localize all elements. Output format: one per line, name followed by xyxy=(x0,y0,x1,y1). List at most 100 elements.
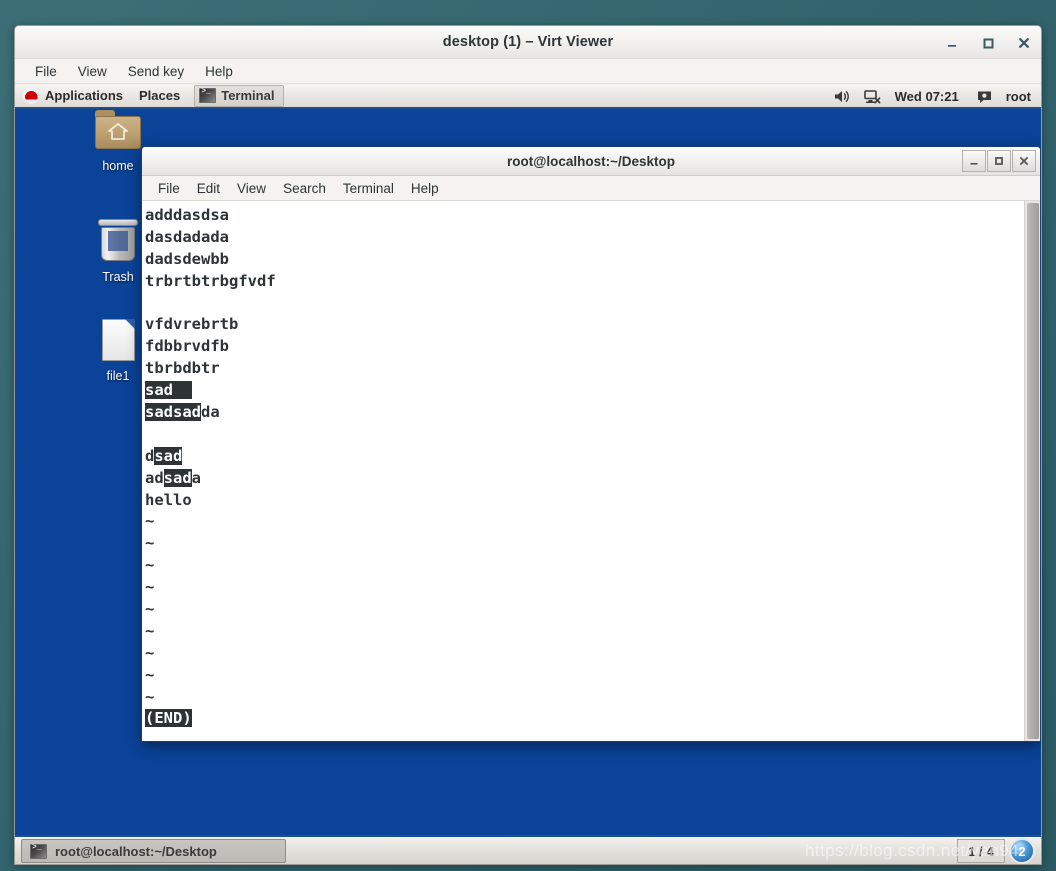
virt-viewer-titlebar[interactable]: desktop (1) – Virt Viewer xyxy=(15,26,1041,59)
terminal-line: sad xyxy=(145,380,1024,402)
terminal-text-span: tbrbdbtr xyxy=(145,359,220,378)
terminal-text-span: d xyxy=(145,446,155,465)
taskbar-item-terminal-label: root@localhost:~/Desktop xyxy=(55,843,217,859)
terminal-titlebar[interactable]: root@localhost:~/Desktop xyxy=(142,147,1040,176)
show-desktop-button[interactable]: 2 xyxy=(1009,838,1035,864)
menu-view[interactable]: View xyxy=(78,64,107,79)
menu-help[interactable]: Help xyxy=(205,64,233,79)
terminal-text-span: a xyxy=(191,468,202,487)
redhat-logo-icon xyxy=(23,87,39,104)
terminal-highlight-span: sad xyxy=(163,468,192,487)
terminal-title: root@localhost:~/Desktop xyxy=(506,154,676,169)
menu-file[interactable]: File xyxy=(35,64,57,79)
terminal-icon xyxy=(199,87,217,103)
terminal-text-span: ~ xyxy=(145,643,155,662)
terminal-window: root@localhost:~/Desktop File Edit View … xyxy=(141,146,1041,742)
terminal-line: dadsdewbb xyxy=(145,249,1024,271)
applications-menu-label: Applications xyxy=(45,88,124,103)
virt-viewer-window: desktop (1) – Virt Viewer File View Send… xyxy=(14,25,1042,865)
terminal-scrollbar-thumb[interactable] xyxy=(1027,203,1039,739)
show-desktop-label: 2 xyxy=(1018,843,1026,859)
menu-send-key[interactable]: Send key xyxy=(128,64,184,79)
terminal-highlight-span: sadsad xyxy=(145,403,201,422)
terminal-text-span: ~ xyxy=(145,534,155,553)
terminal-line: ~ xyxy=(145,665,1024,687)
terminal-line: dasdadada xyxy=(145,227,1024,249)
terminal-text-span: dasdadada xyxy=(145,227,229,246)
minimize-icon[interactable] xyxy=(945,36,959,50)
terminal-line: (END) xyxy=(145,708,1024,730)
terminal-menu-view[interactable]: View xyxy=(237,181,266,196)
panel-window-terminal[interactable]: Terminal xyxy=(194,84,285,107)
terminal-text-span: ad xyxy=(145,468,164,487)
volume-icon[interactable] xyxy=(833,89,850,104)
terminal-text-span: ~ xyxy=(145,578,155,597)
terminal-highlight-span: sad xyxy=(154,446,183,465)
panel-window-terminal-label: Terminal xyxy=(221,88,275,103)
terminal-line: fdbbrvdfb xyxy=(145,336,1024,358)
panel-left-group: Applications Places Terminal xyxy=(15,84,285,107)
terminal-output[interactable]: adddasdsa dasdadada dadsdewbb trbrtbtrbgfvd… xyxy=(142,201,1024,741)
terminal-line: vfdvrebrtb xyxy=(145,314,1024,336)
terminal-text-span: hello xyxy=(145,490,192,509)
terminal-line: ~ xyxy=(145,599,1024,621)
terminal-text-span: ~ xyxy=(145,665,155,684)
applications-menu[interactable]: Applications xyxy=(15,84,131,107)
terminal-line: ~ xyxy=(145,555,1024,577)
terminal-line: tbrbdbtr xyxy=(145,358,1024,380)
workspace-switcher-label: 1 / 4 xyxy=(968,843,994,859)
terminal-menubar: File Edit View Search Terminal Help xyxy=(142,176,1040,201)
virt-viewer-title: desktop (1) – Virt Viewer xyxy=(442,34,614,50)
terminal-line: ~ xyxy=(145,621,1024,643)
terminal-text-span: vfdvrebrtb xyxy=(145,315,239,334)
terminal-window-controls xyxy=(962,150,1036,172)
terminal-line: trbrtbtrbgfvdf xyxy=(145,271,1024,293)
terminal-menu-help[interactable]: Help xyxy=(411,181,439,196)
terminal-minimize-button[interactable] xyxy=(962,150,986,172)
terminal-body[interactable]: adddasdsa dasdadada dadsdewbb trbrtbtrbgfvd… xyxy=(142,201,1040,741)
terminal-close-button[interactable] xyxy=(1012,150,1036,172)
terminal-line: ~ xyxy=(145,687,1024,709)
terminal-line: ~ xyxy=(145,511,1024,533)
terminal-line: ~ xyxy=(145,533,1024,555)
terminal-text-span: adddasdsa xyxy=(145,206,229,224)
message-icon[interactable] xyxy=(977,90,992,104)
gnome-top-panel: Applications Places Terminal xyxy=(15,84,1041,109)
terminal-text-span: ~ xyxy=(145,556,155,575)
bottom-right-group: 1 / 4 2 xyxy=(957,838,1037,864)
network-disconnected-icon[interactable] xyxy=(863,89,881,104)
places-menu[interactable]: Places xyxy=(131,84,188,107)
gnome-bottom-panel: root@localhost:~/Desktop 1 / 4 2 xyxy=(15,835,1041,864)
terminal-menu-terminal[interactable]: Terminal xyxy=(343,181,394,196)
terminal-line: adddasdsa xyxy=(145,205,1024,227)
terminal-highlight-span xyxy=(173,381,192,400)
terminal-text-span: ~ xyxy=(145,687,155,706)
workspace-switcher[interactable]: 1 / 4 xyxy=(957,839,1005,863)
panel-right-group: Wed 07:21 root xyxy=(833,84,1037,109)
terminal-line: adsada xyxy=(145,468,1024,490)
taskbar-item-terminal[interactable]: root@localhost:~/Desktop xyxy=(21,839,286,863)
maximize-icon[interactable] xyxy=(981,36,995,50)
terminal-icon xyxy=(30,843,47,859)
virt-viewer-app: desktop (1) – Virt Viewer File View Send… xyxy=(0,0,1056,871)
places-menu-label: Places xyxy=(139,88,181,103)
guest-screen: Applications Places Terminal xyxy=(15,84,1041,864)
terminal-line: ~ xyxy=(145,643,1024,665)
close-icon[interactable] xyxy=(1017,36,1031,50)
virt-viewer-window-controls xyxy=(945,26,1031,59)
terminal-text-span: da xyxy=(201,403,220,422)
terminal-scrollbar[interactable] xyxy=(1024,201,1040,741)
terminal-maximize-button[interactable] xyxy=(987,150,1011,172)
terminal-menu-edit[interactable]: Edit xyxy=(197,181,220,196)
terminal-menu-search[interactable]: Search xyxy=(283,181,326,196)
terminal-line: dsad xyxy=(145,446,1024,468)
user-label[interactable]: root xyxy=(1006,89,1031,104)
terminal-text-span: dadsdewbb xyxy=(145,249,229,268)
terminal-menu-file[interactable]: File xyxy=(158,181,180,196)
terminal-highlight-span: (END) xyxy=(145,709,192,728)
clock[interactable]: Wed 07:21 xyxy=(895,89,959,104)
terminal-text-span: ~ xyxy=(145,600,155,619)
terminal-text-span: fdbbrvdfb xyxy=(145,337,229,356)
